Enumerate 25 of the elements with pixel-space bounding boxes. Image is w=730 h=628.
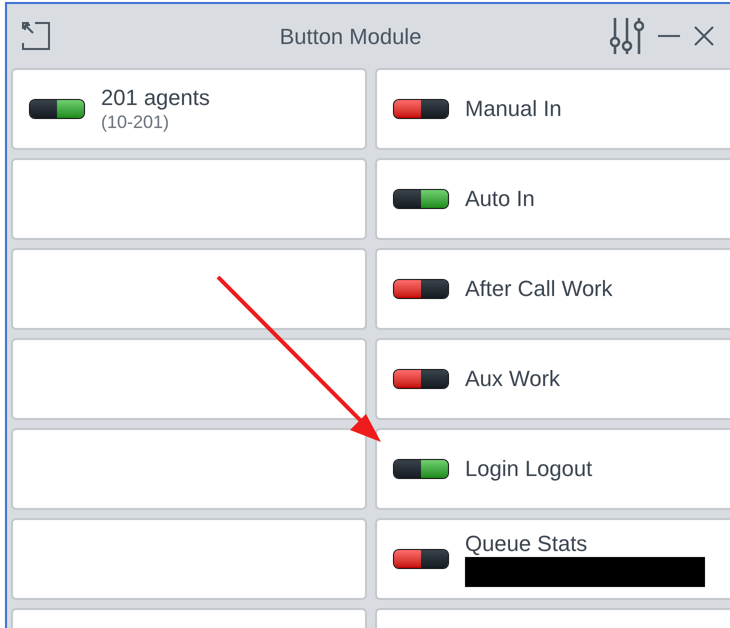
empty-module-button[interactable]	[11, 428, 367, 510]
module-button[interactable]: After Call Work	[375, 248, 730, 330]
module-button[interactable]: 201 agents (10-201)	[11, 68, 367, 150]
button-label: Auto In	[465, 186, 535, 212]
empty-module-button[interactable]	[11, 518, 367, 600]
window-title: Button Module	[278, 22, 422, 50]
settings-sliders-icon[interactable]	[610, 16, 644, 56]
module-button[interactable]: Queue Stats	[375, 518, 730, 600]
button-label: 201 agents	[101, 85, 210, 111]
module-button[interactable]: Aux Work	[375, 338, 730, 420]
close-icon[interactable]	[694, 26, 714, 46]
button-label: Aux Work	[465, 366, 560, 392]
module-button[interactable]: Auto In	[375, 158, 730, 240]
empty-module-button[interactable]	[11, 158, 367, 240]
button-label: Queue Stats	[465, 531, 588, 557]
button-label: After Call Work	[465, 276, 613, 302]
module-button[interactable]: Login Logout	[375, 428, 730, 510]
empty-module-button[interactable]	[11, 248, 367, 330]
button-sublabel: (10-201)	[101, 111, 170, 133]
module-button[interactable]: Manual In	[375, 68, 730, 150]
expand-icon[interactable]	[21, 21, 51, 51]
empty-module-button[interactable]	[11, 338, 367, 420]
button-label: Manual In	[465, 96, 562, 122]
button-label: Login Logout	[465, 456, 592, 482]
minimize-icon[interactable]	[658, 34, 680, 38]
